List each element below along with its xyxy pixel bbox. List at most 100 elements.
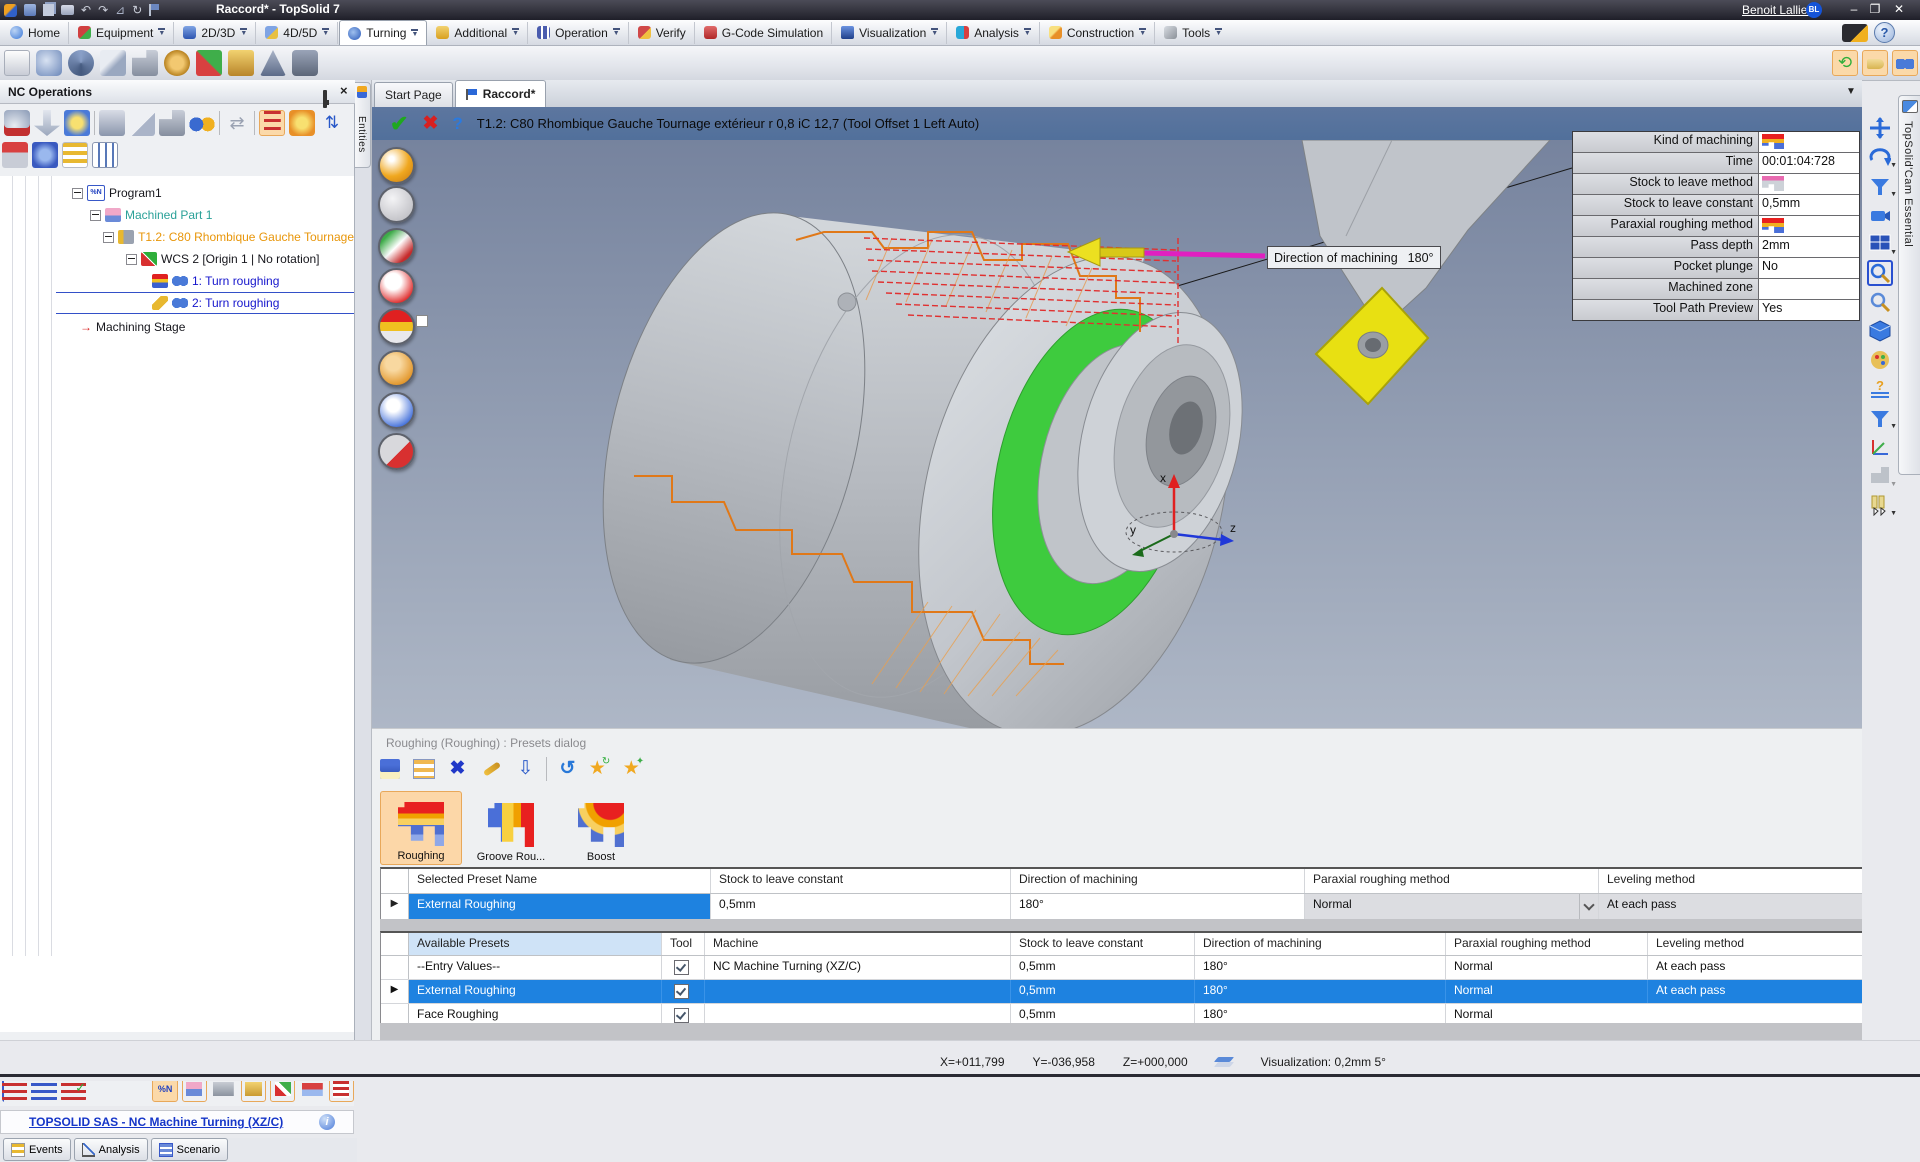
column-header[interactable]: Direction of machining: [1195, 933, 1446, 955]
tag-icon[interactable]: [1862, 50, 1888, 76]
chevron-down-icon[interactable]: ▼: [613, 28, 620, 37]
turning-tool[interactable]: [1302, 140, 1550, 404]
documentation-icon[interactable]: [129, 110, 155, 136]
tab-turning[interactable]: Turning▼: [339, 20, 427, 45]
tab-start-page[interactable]: Start Page: [374, 82, 453, 107]
visualization-setting[interactable]: Visualization: 0,2mm 5°: [1261, 1055, 1386, 1069]
turn-mode-icon[interactable]: [4, 110, 30, 136]
direction-cell[interactable]: 180°: [1011, 894, 1305, 919]
sphere-button[interactable]: [378, 433, 415, 470]
render-palette-icon[interactable]: [1867, 347, 1893, 373]
filter-operations-icon[interactable]: [289, 110, 315, 136]
refresh-icon[interactable]: ↻: [132, 1, 142, 19]
column-header[interactable]: Direction of machining: [1011, 869, 1305, 893]
copy-icon[interactable]: [43, 4, 54, 16]
column-header[interactable]: Tool: [662, 933, 705, 955]
tool-checkbox[interactable]: [674, 1008, 689, 1023]
column-header[interactable]: Selected Preset Name: [409, 869, 711, 893]
rotate-view-icon[interactable]: ▼: [1867, 144, 1893, 170]
tile-boost[interactable]: Boost: [560, 791, 642, 865]
tree-item-tool[interactable]: T1.2: C80 Rhombique Gauche Tournage: [56, 226, 354, 248]
chevron-down-icon[interactable]: ▼: [1024, 28, 1031, 37]
display-help-icon[interactable]: ?: [1867, 376, 1893, 402]
paraxial-dropdown[interactable]: Normal: [1305, 894, 1599, 919]
cancel-x-icon[interactable]: ✖: [422, 112, 438, 135]
gears-button[interactable]: [378, 350, 415, 387]
redo-icon[interactable]: ↷: [98, 1, 108, 19]
chevron-down-icon[interactable]: [1579, 894, 1598, 919]
tool-red-icon[interactable]: [2, 142, 28, 168]
tab-analysis[interactable]: Analysis▼: [948, 22, 1040, 44]
tool-checkbox[interactable]: [674, 960, 689, 975]
pin-icon[interactable]: [323, 87, 327, 111]
profile-button[interactable]: [378, 228, 415, 265]
entities-tab[interactable]: Entities: [355, 82, 371, 168]
apply-preset-icon[interactable]: ⇩: [512, 755, 539, 782]
parameters-icon[interactable]: [92, 142, 118, 168]
topsolid-cam-essential-tab[interactable]: TopSolid'Cam Essential: [1898, 95, 1920, 475]
tab-additional[interactable]: Additional▼: [428, 22, 528, 44]
tab-scenario[interactable]: Scenario: [151, 1138, 228, 1161]
machine-view-icon[interactable]: [159, 110, 185, 136]
zoom-icon[interactable]: [1867, 289, 1893, 315]
collapse-icon[interactable]: [90, 210, 101, 221]
column-header[interactable]: Paraxial roughing method: [1446, 933, 1648, 955]
tab-operation[interactable]: Operation▼: [529, 22, 629, 44]
reorder-icon[interactable]: ⇅: [319, 110, 345, 136]
sketch-angle-icon[interactable]: ⊿: [115, 1, 125, 19]
tab-events[interactable]: Events: [3, 1138, 71, 1161]
swirl-button[interactable]: [378, 268, 415, 305]
view-direction-icon[interactable]: ▼: [1867, 173, 1893, 199]
print-icon[interactable]: [61, 5, 74, 15]
preset-row-external-roughing[interactable]: ▶ External Roughing 0,5mm 180° Normal At…: [381, 980, 1885, 1004]
restore-button[interactable]: ❐: [1866, 2, 1884, 17]
table-view-icon[interactable]: [410, 755, 437, 782]
binoculars-icon[interactable]: [189, 110, 215, 136]
print-operations-icon[interactable]: [99, 110, 125, 136]
tree-item-machined-part[interactable]: Machined Part 1: [56, 204, 354, 226]
machine-link[interactable]: TOPSOLID SAS - NC Machine Turning (XZ/C): [29, 1115, 283, 1129]
world-button[interactable]: [378, 392, 415, 429]
tree-item-turn-roughing-1[interactable]: 1: Turn roughing: [56, 270, 354, 292]
roughing-layers-button[interactable]: [378, 308, 415, 345]
search-binoculars-icon[interactable]: [1892, 50, 1918, 76]
flag-icon[interactable]: [149, 4, 161, 16]
gears-icon[interactable]: [164, 50, 190, 76]
camera-icon[interactable]: [1867, 202, 1893, 228]
document-icon[interactable]: [4, 50, 30, 76]
save-preset-icon[interactable]: [376, 755, 403, 782]
leveling-dropdown[interactable]: At each pass: [1599, 894, 1885, 919]
tab-gcode-simulation[interactable]: G-Code Simulation: [696, 22, 832, 44]
chevron-down-icon[interactable]: ▼: [411, 29, 418, 38]
zoom-window-icon[interactable]: [1867, 260, 1893, 286]
pane-menu-chevron-icon[interactable]: ▼: [1846, 86, 1856, 97]
preset-row-entry-values[interactable]: --Entry Values-- NC Machine Turning (XZ/…: [381, 956, 1885, 980]
layers-icon[interactable]: [1216, 1057, 1233, 1068]
collapse-icon[interactable]: [72, 188, 83, 199]
user-account-link[interactable]: Benoit Lallier: [1742, 3, 1811, 17]
topsolid-horse-icon[interactable]: [1842, 24, 1868, 42]
column-header[interactable]: Machine: [705, 933, 1011, 955]
chuck-icon[interactable]: [68, 50, 94, 76]
stock-cell[interactable]: 0,5mm: [711, 894, 1011, 919]
tree-item-program[interactable]: %N Program1: [56, 182, 354, 204]
undo-icon[interactable]: ↶: [81, 1, 91, 19]
sync-icon[interactable]: ⇄: [224, 110, 250, 136]
reset-icon[interactable]: ↺: [554, 755, 581, 782]
axis-display-icon[interactable]: [1867, 434, 1893, 460]
machine-icon[interactable]: [132, 50, 158, 76]
tool-library-icon[interactable]: [228, 50, 254, 76]
chevron-down-icon[interactable]: ▼: [240, 28, 247, 37]
close-panel-icon[interactable]: ×: [340, 85, 348, 97]
camera-icon[interactable]: [292, 50, 318, 76]
tab-home[interactable]: Home: [2, 22, 69, 44]
tile-groove-roughing[interactable]: Groove Rou...: [470, 791, 552, 865]
checklist-icon[interactable]: [62, 142, 88, 168]
row-selector[interactable]: ▶: [381, 894, 409, 919]
stock-icon[interactable]: [100, 50, 126, 76]
drill-mode-icon[interactable]: [34, 110, 60, 136]
chevron-down-icon[interactable]: ▼: [1215, 28, 1222, 37]
cursor-mode-icon[interactable]: ▼: [1867, 492, 1893, 518]
chevron-down-icon[interactable]: ▼: [1139, 28, 1146, 37]
tool-checkbox[interactable]: [674, 984, 689, 999]
